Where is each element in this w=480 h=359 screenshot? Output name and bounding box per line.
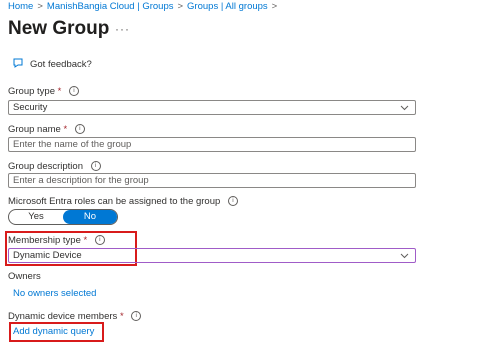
required-marker: * xyxy=(57,86,62,97)
dynamic-members-label-text: Dynamic device members xyxy=(8,311,118,322)
page-title: New Group xyxy=(8,18,110,39)
breadcrumb-separator: > xyxy=(37,1,43,12)
required-marker: * xyxy=(83,235,88,246)
toggle-no[interactable]: No xyxy=(63,210,117,224)
more-options-icon[interactable]: ··· xyxy=(115,22,130,36)
group-description-label: Group description i xyxy=(8,161,101,172)
dynamic-members-label: Dynamic device members * i xyxy=(8,311,142,322)
owners-link[interactable]: No owners selected xyxy=(13,288,96,299)
membership-type-label: Membership type * i xyxy=(8,235,105,246)
breadcrumb: Home > ManishBangia Cloud | Groups > Groups … xyxy=(8,1,281,12)
group-name-label: Group name * i xyxy=(8,124,85,135)
toggle-yes[interactable]: Yes xyxy=(9,210,63,224)
group-type-dropdown[interactable]: Security xyxy=(8,100,416,115)
group-type-label-text: Group type xyxy=(8,86,55,97)
info-icon[interactable]: i xyxy=(94,235,105,246)
group-description-label-text: Group description xyxy=(8,161,83,172)
info-icon[interactable]: i xyxy=(90,161,101,172)
required-marker: * xyxy=(119,311,124,322)
group-name-label-text: Group name xyxy=(8,124,61,135)
membership-type-label-text: Membership type xyxy=(8,235,81,246)
info-icon[interactable]: i xyxy=(227,196,238,207)
entra-roles-label-text: Microsoft Entra roles can be assigned to… xyxy=(8,196,221,207)
chevron-down-icon xyxy=(400,249,409,266)
feedback-icon xyxy=(12,57,24,72)
entra-roles-label: Microsoft Entra roles can be assigned to… xyxy=(8,196,238,207)
breadcrumb-separator: > xyxy=(177,1,184,12)
breadcrumb-tenant-groups[interactable]: ManishBangia Cloud | Groups xyxy=(47,1,174,12)
group-type-label: Group type * i xyxy=(8,86,79,97)
entra-roles-toggle[interactable]: Yes No xyxy=(8,209,118,225)
info-icon[interactable]: i xyxy=(68,86,79,97)
info-icon[interactable]: i xyxy=(74,124,85,135)
group-type-value: Security xyxy=(13,102,48,113)
group-name-placeholder: Enter the name of the group xyxy=(13,139,132,150)
breadcrumb-home[interactable]: Home xyxy=(8,1,33,12)
required-marker: * xyxy=(63,124,68,135)
add-dynamic-query-link[interactable]: Add dynamic query xyxy=(13,326,94,337)
info-icon[interactable]: i xyxy=(131,311,142,322)
membership-type-dropdown[interactable]: Dynamic Device xyxy=(8,248,416,263)
group-description-placeholder: Enter a description for the group xyxy=(13,175,149,186)
feedback-label: Got feedback? xyxy=(30,59,92,70)
breadcrumb-all-groups[interactable]: Groups | All groups xyxy=(187,1,268,12)
group-description-input[interactable]: Enter a description for the group xyxy=(8,173,416,188)
membership-type-value: Dynamic Device xyxy=(13,250,82,261)
feedback-button[interactable]: Got feedback? xyxy=(12,57,92,72)
chevron-down-icon xyxy=(400,101,409,118)
group-name-input[interactable]: Enter the name of the group xyxy=(8,137,416,152)
breadcrumb-separator: > xyxy=(271,1,278,12)
owners-label: Owners xyxy=(8,271,41,282)
